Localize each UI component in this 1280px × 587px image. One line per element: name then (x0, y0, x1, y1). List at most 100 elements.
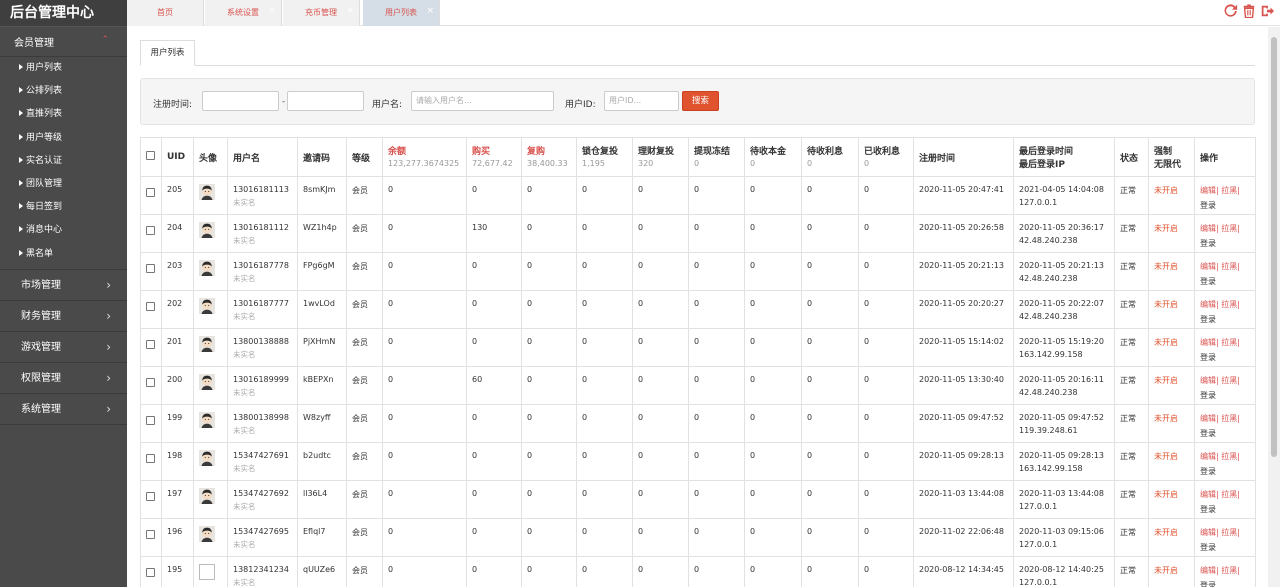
cell-lock-reinvest: 0 (576, 518, 633, 557)
triangle-right-icon (19, 203, 23, 210)
sidebar-item[interactable]: 实名认证 (0, 150, 127, 173)
login-link[interactable]: 登录 (1200, 276, 1255, 287)
row-checkbox[interactable] (146, 226, 155, 235)
triangle-right-icon (19, 87, 23, 94)
login-link[interactable]: 登录 (1200, 238, 1255, 249)
cell-pending-principal: 0 (744, 366, 802, 405)
refresh-icon[interactable] (1224, 4, 1238, 18)
login-link[interactable]: 登录 (1200, 390, 1255, 401)
login-link[interactable]: 登录 (1200, 428, 1255, 439)
sidebar-item[interactable]: 直推列表 (0, 103, 127, 126)
edit-blacklist-links[interactable]: 编辑| 拉黑| (1200, 262, 1240, 271)
row-checkbox[interactable] (146, 188, 155, 197)
edit-blacklist-links[interactable]: 编辑| 拉黑| (1200, 490, 1240, 499)
top-tab[interactable]: 首页 (127, 0, 204, 26)
reg-time-start-input[interactable] (202, 91, 279, 111)
top-tab[interactable]: 充币管理 × (283, 0, 360, 26)
sidebar-group-header[interactable]: 权限管理 › (0, 363, 127, 394)
cell-username: 15347427695 未实名 (227, 518, 298, 557)
avatar (199, 488, 215, 504)
userid-input[interactable]: 用户ID... (604, 91, 679, 111)
login-link[interactable]: 登录 (1200, 352, 1255, 363)
sidebar-item[interactable]: 黑名单 (0, 243, 127, 266)
edit-blacklist-links[interactable]: 编辑| 拉黑| (1200, 566, 1240, 575)
reg-time-end-input[interactable] (287, 91, 364, 111)
cell-withdraw-freeze: 0 (688, 442, 745, 481)
row-checkbox[interactable] (146, 340, 155, 349)
row-checkbox[interactable] (146, 568, 155, 577)
page-scrollbar[interactable] (1268, 27, 1280, 587)
close-icon[interactable]: × (426, 0, 434, 24)
sidebar-group-header[interactable]: 系统管理 › (0, 394, 127, 425)
cell-pending-interest: 0 (801, 480, 859, 519)
login-link[interactable]: 登录 (1200, 466, 1255, 477)
sidebar-group-header[interactable]: 游戏管理 › (0, 332, 127, 363)
force-toggle-link[interactable]: 未开启 (1154, 566, 1178, 575)
tab-user-list[interactable]: 用户列表 (140, 40, 195, 66)
sidebar-item[interactable]: 每日签到 (0, 196, 127, 219)
force-toggle-link[interactable]: 未开启 (1154, 300, 1178, 309)
col-uid[interactable]: UID (161, 137, 194, 177)
close-icon[interactable]: × (268, 0, 276, 24)
row-checkbox[interactable] (146, 264, 155, 273)
row-checkbox[interactable] (146, 530, 155, 539)
row-checkbox[interactable] (146, 454, 155, 463)
cell-level: 会员 (346, 366, 383, 405)
top-tab[interactable]: 用户列表 × (363, 0, 440, 26)
force-toggle-link[interactable]: 未开启 (1154, 528, 1178, 537)
avatar (199, 412, 215, 428)
row-checkbox[interactable] (146, 302, 155, 311)
top-tab[interactable]: 系统设置 × (205, 0, 282, 26)
edit-blacklist-links[interactable]: 编辑| 拉黑| (1200, 300, 1240, 309)
row-checkbox[interactable] (146, 378, 155, 387)
logout-icon[interactable] (1260, 4, 1274, 18)
cell-lock-reinvest: 0 (576, 328, 633, 367)
force-toggle-link[interactable]: 未开启 (1154, 224, 1178, 233)
cell-invite-code: b2udtc (297, 442, 347, 481)
edit-blacklist-links[interactable]: 编辑| 拉黑| (1200, 376, 1240, 385)
edit-blacklist-links[interactable]: 编辑| 拉黑| (1200, 186, 1240, 195)
cell-ops: 编辑| 拉黑| 登录 (1194, 176, 1256, 215)
close-icon[interactable]: × (346, 0, 354, 24)
edit-blacklist-links[interactable]: 编辑| 拉黑| (1200, 452, 1240, 461)
cell-username: 13016187777 未实名 (227, 290, 298, 329)
trash-icon[interactable] (1242, 4, 1256, 18)
force-toggle-link[interactable]: 未开启 (1154, 452, 1178, 461)
login-link[interactable]: 登录 (1200, 504, 1255, 515)
sidebar-item[interactable]: 消息中心 (0, 219, 127, 242)
row-checkbox[interactable] (146, 416, 155, 425)
edit-blacklist-links[interactable]: 编辑| 拉黑| (1200, 528, 1240, 537)
cell-withdraw-freeze: 0 (688, 214, 745, 253)
edit-blacklist-links[interactable]: 编辑| 拉黑| (1200, 224, 1240, 233)
col-avatar: 头像 (193, 137, 228, 177)
sidebar-item[interactable]: 用户列表 (0, 57, 127, 80)
sidebar-group-header[interactable]: 财务管理 › (0, 301, 127, 332)
username-label: 用户名: (372, 100, 403, 110)
edit-blacklist-links[interactable]: 编辑| 拉黑| (1200, 338, 1240, 347)
login-link[interactable]: 登录 (1200, 314, 1255, 325)
force-toggle-link[interactable]: 未开启 (1154, 490, 1178, 499)
cell-level: 会员 (346, 328, 383, 367)
force-toggle-link[interactable]: 未开启 (1154, 262, 1178, 271)
force-toggle-link[interactable]: 未开启 (1154, 338, 1178, 347)
cell-status: 正常 (1114, 176, 1149, 215)
login-link[interactable]: 登录 (1200, 580, 1255, 587)
search-button[interactable]: 搜索 (682, 91, 719, 111)
select-all-checkbox[interactable] (146, 151, 155, 160)
top-tab-bar: 首页 系统设置 × 充币管理 × 用户列表 × (127, 0, 1280, 26)
login-link[interactable]: 登录 (1200, 542, 1255, 553)
sidebar-item[interactable]: 用户等级 (0, 127, 127, 150)
login-link[interactable]: 登录 (1200, 200, 1255, 211)
scrollbar-thumb[interactable] (1271, 37, 1277, 457)
row-checkbox[interactable] (146, 492, 155, 501)
cell-buy: 0 (466, 328, 522, 367)
sidebar-group-header[interactable]: 市场管理 › (0, 270, 127, 301)
sidebar-item[interactable]: 公排列表 (0, 80, 127, 103)
sidebar-item[interactable]: 团队管理 (0, 173, 127, 196)
edit-blacklist-links[interactable]: 编辑| 拉黑| (1200, 414, 1240, 423)
force-toggle-link[interactable]: 未开启 (1154, 376, 1178, 385)
force-toggle-link[interactable]: 未开启 (1154, 186, 1178, 195)
force-toggle-link[interactable]: 未开启 (1154, 414, 1178, 423)
sidebar-group-header[interactable]: 会员管理 ⌃ (0, 27, 127, 57)
username-input[interactable]: 请输入用户名... (411, 91, 554, 111)
